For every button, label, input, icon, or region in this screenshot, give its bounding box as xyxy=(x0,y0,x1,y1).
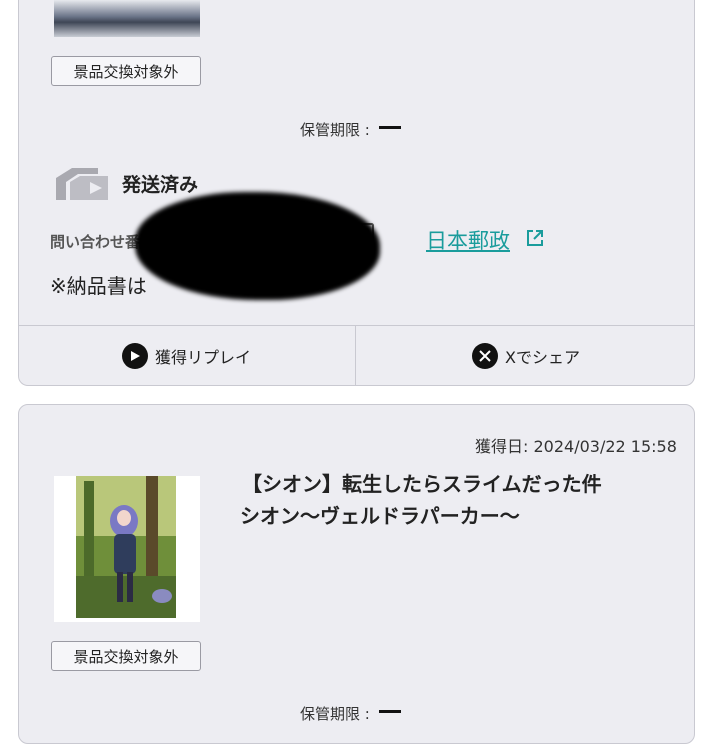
redaction-mark xyxy=(135,192,380,300)
shipping-icon xyxy=(56,168,108,200)
shipping-status: 発送済み xyxy=(122,174,199,196)
storage-label: 保管期限 : xyxy=(300,121,370,139)
invoice-note: ※納品書は xyxy=(50,274,147,298)
exchange-badge: 景品交換対象外 xyxy=(51,56,201,86)
inquiry-number-label: 問い合わせ番 xyxy=(50,233,141,251)
x-logo-icon xyxy=(472,343,499,369)
replay-button[interactable]: 獲得リプレイ xyxy=(18,326,356,386)
share-label: Xでシェア xyxy=(505,348,580,367)
storage-deadline: 保管期限 : xyxy=(300,703,401,724)
obtained-date: 獲得日: 2024/03/22 15:58 xyxy=(475,437,677,456)
share-x-button[interactable]: Xでシェア xyxy=(357,326,695,386)
carrier-link[interactable]: 日本郵政 xyxy=(426,225,510,255)
card-actions: 獲得リプレイ Xでシェア xyxy=(18,325,695,386)
prize-title-line2: シオン〜ヴェルドラパーカー〜 xyxy=(240,504,520,528)
play-icon xyxy=(121,343,148,369)
prize-title-line1: 【シオン】転生したらスライムだった件 xyxy=(242,472,602,496)
prize-image-1[interactable] xyxy=(54,0,200,37)
storage-deadline: 保管期限 : xyxy=(300,119,401,140)
replay-label: 獲得リプレイ xyxy=(154,348,251,367)
dash-mark xyxy=(378,710,401,713)
prize-image-2[interactable] xyxy=(54,476,200,622)
external-link-icon[interactable] xyxy=(525,228,545,248)
figure-photo xyxy=(54,476,200,622)
exchange-badge: 景品交換対象外 xyxy=(51,641,201,671)
storage-label: 保管期限 : xyxy=(300,705,370,723)
dash-mark xyxy=(378,126,401,129)
